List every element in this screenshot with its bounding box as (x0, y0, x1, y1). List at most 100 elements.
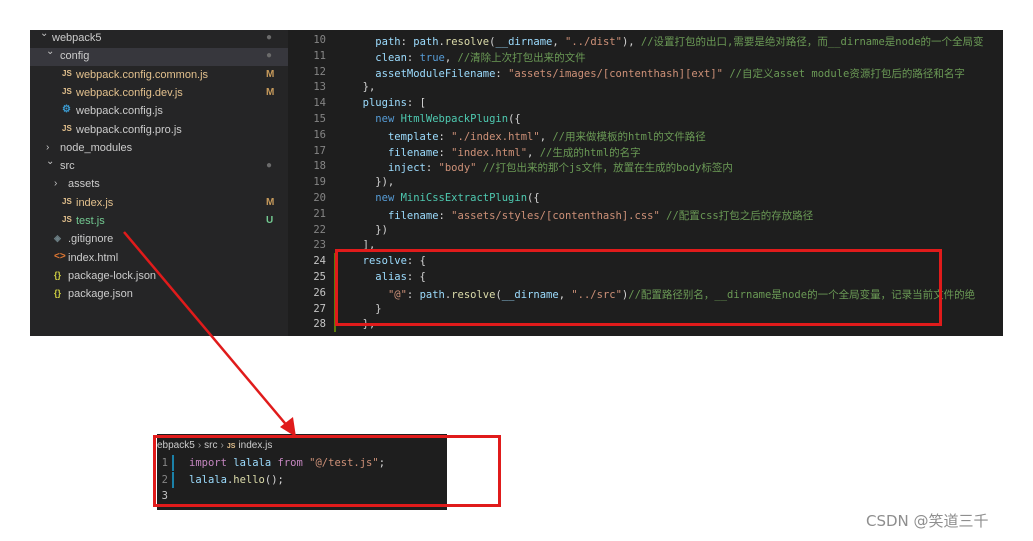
code-token: template (387, 130, 439, 143)
tree-item-label: node_modules (60, 141, 133, 154)
tree-item-node-modules[interactable]: › node_modules (30, 140, 288, 158)
code-text[interactable]: new HtmlWebpackPlugin({ (350, 113, 521, 125)
code-token: new (375, 192, 395, 204)
tree-item-webpack-config-common-js[interactable]: JS webpack.config.common.js M (30, 67, 288, 85)
line-number: 26 (313, 286, 326, 299)
code-token: , (539, 130, 553, 143)
tree-item-label: assets (68, 178, 100, 191)
code-token: : (438, 209, 452, 222)
code-line: 15 new HtmlWebpackPlugin({ (288, 111, 1003, 127)
chevron-down-icon: ⌄ (40, 30, 49, 39)
code-token: path (413, 36, 439, 48)
tree-item-label: src (60, 160, 75, 173)
tree-item-index-html[interactable]: <> index.html (30, 250, 288, 268)
code-text[interactable]: }) (350, 224, 388, 236)
tree-item-label: webpack.config.pro.js (76, 123, 182, 136)
code-text[interactable]: clean: true, //清除上次打包出来的文件 (350, 50, 585, 65)
code-token: path (375, 36, 401, 48)
git-status-badge: M (266, 86, 275, 98)
tree-item-src[interactable]: ⌄ src ● (30, 156, 288, 176)
code-line: 12 assetModuleFilename: "assets/images/[… (288, 64, 1003, 80)
line-number: 18 (313, 160, 326, 173)
code-token: ({ (527, 192, 540, 204)
tree-item-webpack-config-dev-js[interactable]: JS webpack.config.dev.js M (30, 85, 288, 103)
tree-item-assets[interactable]: › assets (30, 176, 288, 194)
tree-item-webpack-config-pro-js[interactable]: JS webpack.config.pro.js (30, 122, 288, 140)
code-token: plugins (362, 97, 407, 110)
line-number: 20 (313, 192, 326, 204)
code-token: , (552, 36, 566, 48)
code-line: 16 template: "./index.html", //用来做模板的htm… (288, 127, 1003, 143)
code-token: HtmlWebpackPlugin (400, 113, 509, 125)
code-token: , (527, 146, 540, 159)
code-token: //配置css打包之后的存放路径 (666, 209, 814, 222)
line-number: 17 (313, 144, 326, 157)
json-file-icon: {} (54, 269, 62, 280)
code-token: ), (621, 36, 641, 48)
code-text[interactable]: inject: "body" //打包出来的那个js文件，放置在生成的body标… (350, 160, 733, 175)
tree-item-webpack-config-js[interactable]: ⚙ webpack.config.js (30, 103, 288, 121)
line-number: 21 (313, 207, 326, 220)
code-text[interactable]: path: path.resolve(__dirname, "../dist")… (350, 34, 983, 49)
code-token: }) (350, 223, 388, 236)
code-line: 14 plugins: [ (288, 95, 1003, 111)
line-number: 28 (313, 318, 326, 331)
git-status-badge: ● (266, 32, 273, 43)
code-text[interactable]: }), (350, 176, 394, 188)
code-text[interactable]: assetModuleFilename: "assets/images/[con… (350, 66, 965, 81)
tree-item-config[interactable]: ⌄ config ● (30, 46, 288, 67)
code-token: : [ (406, 97, 426, 110)
webpack-config-icon: ⚙ (62, 104, 71, 116)
tree-item-webpack5[interactable]: ⌄ webpack5 ● (30, 30, 288, 48)
tree-item-index-js[interactable]: JS index.js M (30, 195, 288, 213)
code-token: ({ (508, 113, 521, 125)
chevron-down-icon: ⌄ (46, 46, 55, 58)
code-token: //自定义asset module资源打包后的路径和名字 (729, 67, 965, 80)
tree-item-gitignore[interactable]: ◈ .gitignore (30, 231, 288, 249)
code-token: assetModuleFilename (375, 67, 496, 80)
line-number: 23 (313, 239, 326, 252)
code-token: : (438, 130, 452, 143)
git-status-badge: ● (266, 160, 273, 172)
code-token: true (419, 51, 445, 64)
code-token: : (495, 67, 509, 80)
code-token: MiniCssExtractPlugin (400, 192, 528, 204)
line-number: 27 (313, 302, 326, 315)
code-text[interactable]: plugins: [ (350, 97, 426, 109)
html-file-icon: <> (54, 250, 66, 262)
code-text[interactable]: new MiniCssExtractPlugin({ (350, 192, 540, 204)
code-token: "../dist" (565, 36, 622, 48)
code-token: filename (387, 209, 439, 222)
git-file-icon: ◈ (54, 233, 61, 244)
code-token: : (406, 51, 420, 64)
watermark: CSDN @笑道三千 (866, 512, 989, 530)
code-token: "assets/styles/[contenthash].css" (451, 209, 660, 222)
code-text[interactable]: filename: "assets/styles/[contenthash].c… (350, 208, 813, 223)
code-line: 20 new MiniCssExtractPlugin({ (288, 190, 1003, 206)
code-text[interactable]: filename: "index.html", //生成的html的名字 (350, 145, 641, 160)
chevron-right-icon: › (46, 141, 50, 153)
tree-item-package-json[interactable]: {} package.json (30, 286, 288, 304)
code-token: : (438, 146, 452, 159)
tree-item-package-lock-json[interactable]: {} package-lock.json (30, 268, 288, 286)
code-token: inject (387, 162, 426, 175)
code-token: "./index.html" (451, 130, 540, 143)
code-token: , (444, 51, 458, 64)
js-file-icon: JS (62, 123, 72, 133)
git-status-badge: M (266, 196, 275, 208)
line-number: 19 (313, 176, 326, 189)
code-text[interactable]: }, (350, 81, 376, 93)
code-token: //生成的html的名字 (539, 146, 641, 159)
code-token: "body" (438, 162, 477, 175)
code-text[interactable]: template: "./index.html", //用来做模板的html的文… (350, 129, 706, 144)
tree-item-label: webpack.config.dev.js (76, 86, 183, 99)
code-token: //用来做模板的html的文件路径 (552, 130, 706, 143)
tree-item-test-js[interactable]: JS test.js U (30, 213, 288, 231)
js-file-icon: JS (62, 68, 72, 78)
